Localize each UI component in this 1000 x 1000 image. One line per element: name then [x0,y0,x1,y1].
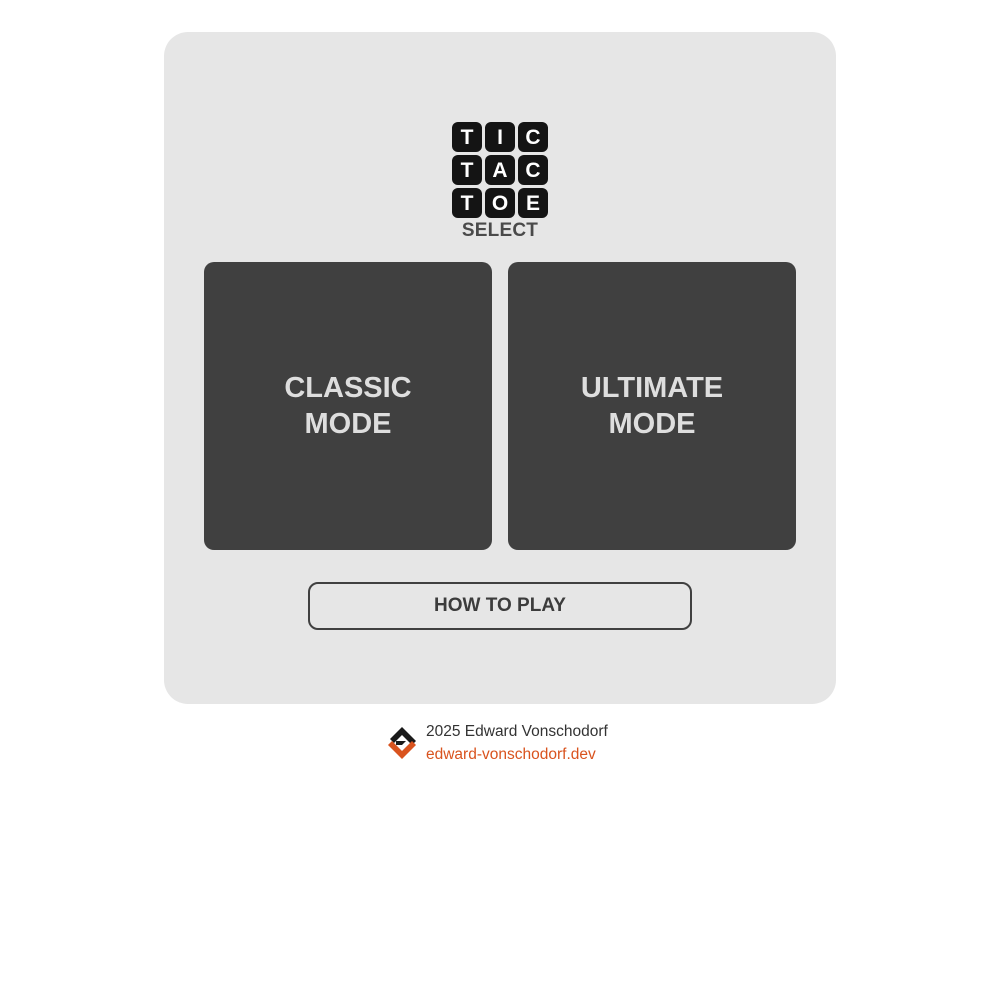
ultimate-mode-button[interactable]: ULTIMATE MODE [508,262,796,550]
ev-brand-logo-icon [388,727,416,759]
logo-tile: T [452,155,482,185]
logo-tile: T [452,122,482,152]
how-to-play-button[interactable]: HOW TO PLAY [308,582,692,630]
logo-tile: C [518,155,548,185]
logo-tile: C [518,122,548,152]
footer-text: 2025 Edward Vonschodorf edward-vonschodo… [426,720,608,766]
logo-tile: E [518,188,548,218]
footer: 2025 Edward Vonschodorf edward-vonschodo… [386,720,608,766]
tic-tac-toe-logo: T I C T A C T O E [452,122,548,218]
classic-mode-label: CLASSIC MODE [284,372,412,440]
logo-tile: A [485,155,515,185]
logo-tile: T [452,188,482,218]
footer-website-link[interactable]: edward-vonschodorf.dev [426,743,608,766]
page: T I C T A C T O E SELECT CLASSIC MODE UL… [0,0,1000,1000]
classic-mode-button[interactable]: CLASSIC MODE [204,262,492,550]
select-heading: SELECT [461,220,539,241]
logo-tile: O [485,188,515,218]
how-to-play-label: HOW TO PLAY [434,595,566,616]
footer-copyright: 2025 Edward Vonschodorf [426,723,608,740]
logo-tile: I [485,122,515,152]
menu-card: T I C T A C T O E SELECT CLASSIC MODE UL… [164,32,836,704]
ultimate-mode-label: ULTIMATE MODE [580,372,724,440]
